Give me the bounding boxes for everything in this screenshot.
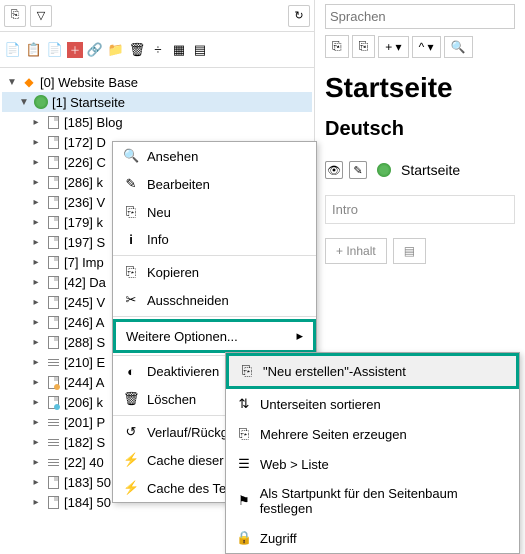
page-title: Startseite — [325, 72, 515, 104]
ctx-cut[interactable]: ✂Ausschneiden — [113, 286, 316, 314]
ctx-info[interactable]: iInfo — [113, 226, 316, 253]
tree-label: [201] P — [64, 415, 105, 430]
ctx-view[interactable]: 🔍Ansehen — [113, 142, 316, 170]
tree-label: [210] E — [64, 355, 105, 370]
tree-label: [286] k — [64, 175, 103, 190]
page-name: Startseite — [401, 162, 460, 178]
ctx-edit[interactable]: ✎Bearbeiten — [113, 170, 316, 198]
sub-multi[interactable]: ⎘Mehrere Seiten erzeugen — [226, 419, 519, 449]
doc-user-icon[interactable]: 📋 — [25, 41, 43, 59]
tree-label: [197] S — [64, 235, 105, 250]
tree-label: [1] Startseite — [52, 95, 125, 110]
intro-section: Intro — [325, 195, 515, 224]
tree-label: [42] Da — [64, 275, 106, 290]
refresh-icon[interactable]: ↻ — [288, 5, 310, 27]
folder-icon[interactable]: 📁 — [107, 41, 125, 59]
tree-label: [184] 50 — [64, 495, 111, 510]
doc-link-icon[interactable]: 📄 — [46, 41, 64, 59]
sub-mount[interactable]: ⚑Als Startpunkt für den Seitenbaum festl… — [226, 479, 519, 523]
doc-plus-icon[interactable]: ＋ — [67, 42, 83, 58]
divider-icon[interactable]: ÷ — [149, 41, 167, 59]
ctx-copy[interactable]: ⎘Kopieren — [113, 258, 316, 286]
btn-plus[interactable]: + ▾ — [378, 36, 408, 58]
btn-a[interactable]: ⎘ — [325, 35, 349, 58]
tree-label: [22] 40 — [64, 455, 104, 470]
search-icon[interactable]: 🔍 — [444, 36, 473, 58]
tree-label: [236] V — [64, 195, 105, 210]
add-alt-button[interactable]: ▤ — [393, 238, 426, 264]
sub-access[interactable]: 🔒Zugriff — [226, 523, 519, 553]
new-page-icon[interactable]: ⎘ — [4, 5, 26, 27]
tree-label: [226] C — [64, 155, 106, 170]
tree-label: [183] 50 — [64, 475, 111, 490]
tree-item[interactable]: ▸[185] Blog — [2, 112, 312, 132]
btn-up[interactable]: ^ ▾ — [412, 36, 441, 58]
ctx-new[interactable]: ⎘Neu — [113, 198, 316, 226]
sub-list[interactable]: ☰Web > Liste — [226, 449, 519, 479]
layout1-icon[interactable]: ▦ — [170, 41, 188, 59]
tree-root[interactable]: ▼◆ [0] Website Base — [2, 72, 312, 92]
filter-icon[interactable]: ▽ — [30, 5, 52, 27]
tree-label: [172] D — [64, 135, 106, 150]
page-lang: Deutsch — [325, 118, 515, 141]
sub-wizard[interactable]: ⎘"Neu erstellen"-Assistent — [226, 353, 519, 389]
doc-new-icon[interactable]: 📄 — [4, 41, 22, 59]
tree-label: [246] A — [64, 315, 104, 330]
trash-icon[interactable]: 🗑 — [128, 41, 146, 59]
visibility-icon[interactable]: 👁 — [325, 161, 343, 179]
btn-b[interactable]: ⎘ — [352, 35, 376, 58]
tree-label: [206] k — [64, 395, 103, 410]
add-content-button[interactable]: + Inhalt — [325, 238, 387, 264]
sub-sort[interactable]: ⇅Unterseiten sortieren — [226, 389, 519, 419]
tree-start[interactable]: ▼ [1] Startseite — [2, 92, 312, 112]
tree-label: [288] S — [64, 335, 105, 350]
tree-label: [179] k — [64, 215, 103, 230]
tree-label: [245] V — [64, 295, 105, 310]
link-icon[interactable]: 🔗 — [86, 41, 104, 59]
tree-label: [0] Website Base — [40, 75, 138, 90]
layout2-icon[interactable]: ▤ — [191, 41, 209, 59]
tree-label: [7] Imp — [64, 255, 104, 270]
edit-icon[interactable]: ✎ — [349, 161, 367, 179]
tree-label: [185] Blog — [64, 115, 123, 130]
language-input[interactable] — [325, 4, 515, 29]
tree-label: [244] A — [64, 375, 104, 390]
tree-label: [182] S — [64, 435, 105, 450]
ctx-more[interactable]: Weitere Optionen...▸ — [113, 319, 316, 353]
sub-menu: ⎘"Neu erstellen"-Assistent ⇅Unterseiten … — [225, 352, 520, 554]
